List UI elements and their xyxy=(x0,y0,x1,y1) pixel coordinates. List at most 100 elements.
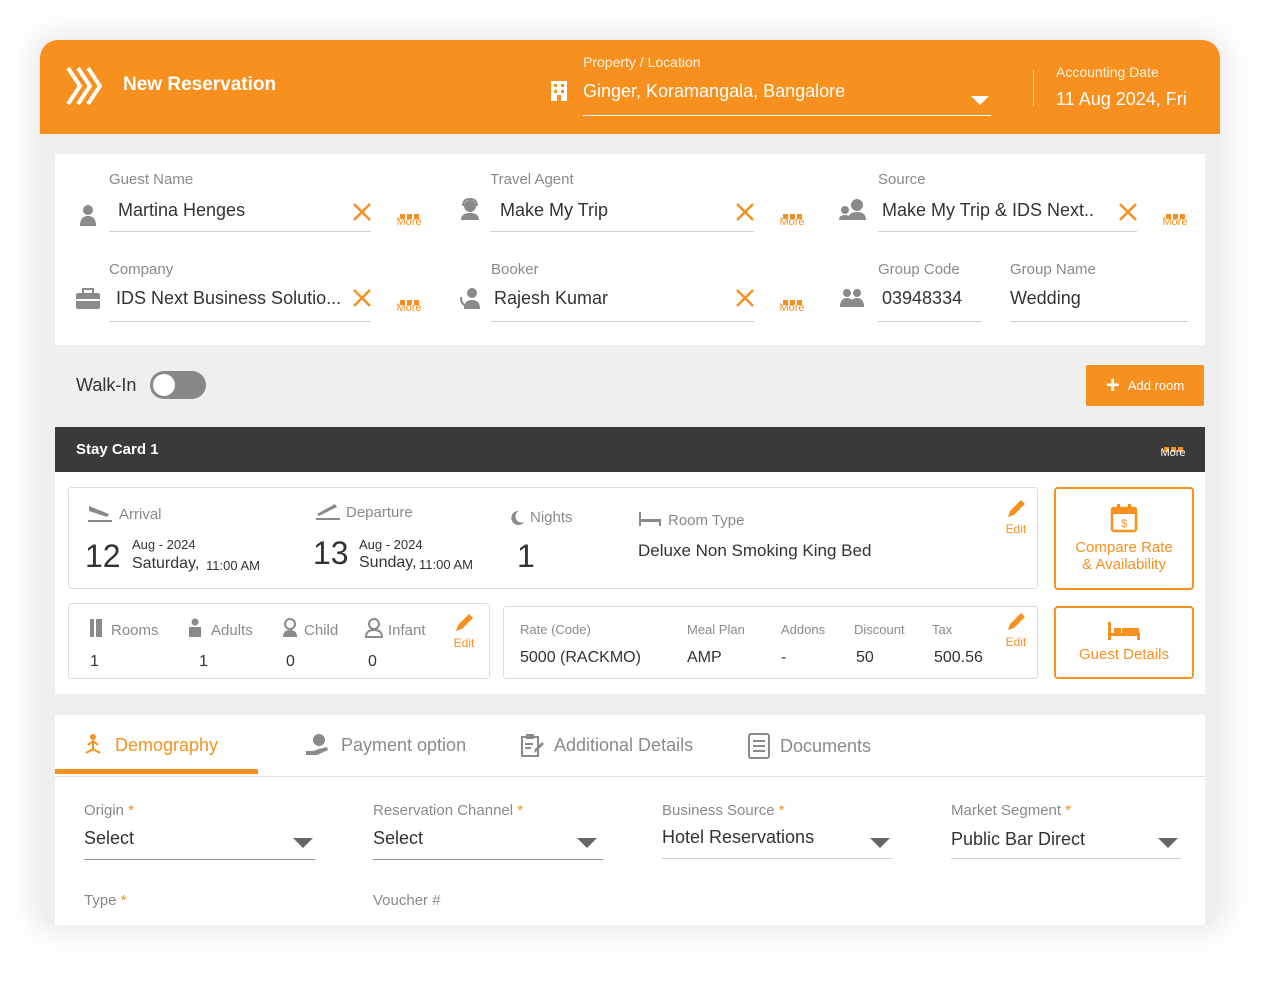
source-field[interactable]: Make My Trip & IDS Next.. xyxy=(882,200,1102,221)
meal-plan-label: Meal Plan xyxy=(687,622,745,637)
child-value: 0 xyxy=(286,653,295,670)
market-segment-label: Market Segment * xyxy=(951,802,1072,819)
demography-icon xyxy=(85,734,101,754)
booker-more-button[interactable]: More xyxy=(777,292,807,314)
reservation-channel-select[interactable]: Select xyxy=(373,828,423,849)
voucher-label: Voucher # xyxy=(373,892,441,909)
rate-label: Rate (Code) xyxy=(520,622,591,637)
origin-select[interactable]: Select xyxy=(84,828,134,849)
guest-name-more-button[interactable]: More xyxy=(394,206,424,228)
guest-details-label: Guest Details xyxy=(1078,646,1170,663)
departure-month: Aug - 2024 xyxy=(359,537,423,552)
nights-value: 1 xyxy=(517,538,535,574)
guest-name-underline xyxy=(109,231,371,232)
chevron-down-icon[interactable] xyxy=(577,838,597,848)
demography-form: Origin * Select Reservation Channel * Se… xyxy=(55,777,1205,925)
edit-stay-button[interactable]: Edit xyxy=(1001,498,1031,536)
tab-demography[interactable]: Demography xyxy=(81,733,218,757)
edit-rate-button[interactable]: Edit xyxy=(1001,611,1031,649)
rooms-label: Rooms xyxy=(111,622,159,639)
stay-card-more-button[interactable]: More xyxy=(1155,439,1191,459)
clear-travel-agent-close-icon[interactable] xyxy=(734,201,756,223)
airplane-arrival-icon xyxy=(88,506,112,522)
chevron-down-icon[interactable] xyxy=(1158,838,1178,848)
rate-value: 5000 (RACKMO) xyxy=(520,649,641,666)
company-label: Company xyxy=(109,261,174,278)
page-title: New Reservation xyxy=(123,74,277,95)
detail-tabs: Demography Payment option Additional Det… xyxy=(55,715,1205,777)
meal-plan-value: AMP xyxy=(687,649,722,666)
plus-icon: + xyxy=(1105,371,1120,399)
group-name-underline xyxy=(1010,321,1188,322)
person-icon xyxy=(80,205,96,226)
origin-underline xyxy=(84,859,315,860)
clear-guest-name-close-icon[interactable] xyxy=(351,201,373,223)
travel-agent-field[interactable]: Make My Trip xyxy=(500,200,720,221)
property-select[interactable]: Ginger, Koramangala, Bangalore xyxy=(583,81,845,102)
edit-occupancy-button[interactable]: Edit xyxy=(449,612,479,650)
stay-dates-box: Arrival 12 Aug - 2024 Saturday, 11:00 AM… xyxy=(68,487,1038,589)
clear-booker-close-icon[interactable] xyxy=(734,287,756,309)
document-icon xyxy=(748,733,770,759)
building-icon xyxy=(551,81,567,101)
arrival-label: Arrival xyxy=(119,506,162,523)
group-name-field[interactable]: Wedding xyxy=(1010,288,1180,309)
group-code-label: Group Code xyxy=(878,261,960,278)
group-code-underline xyxy=(878,321,982,322)
clear-company-close-icon[interactable] xyxy=(351,287,373,309)
business-source-select[interactable]: Hotel Reservations xyxy=(662,827,814,848)
arrival-weekday: Saturday, xyxy=(132,555,200,572)
tab-documents[interactable]: Documents xyxy=(748,733,871,759)
stay-card-body: Arrival 12 Aug - 2024 Saturday, 11:00 AM… xyxy=(55,472,1205,694)
more-dots-icon xyxy=(1155,439,1191,452)
more-dots-icon xyxy=(777,206,807,219)
chevron-down-icon[interactable] xyxy=(971,96,989,105)
add-room-button[interactable]: + Add room xyxy=(1086,365,1204,406)
property-underline xyxy=(583,115,991,116)
active-tab-indicator xyxy=(55,769,258,774)
moon-icon xyxy=(511,510,524,525)
discount-label: Discount xyxy=(854,622,905,637)
business-source-underline xyxy=(662,858,892,859)
origin-label: Origin * xyxy=(84,802,135,819)
child-label: Child xyxy=(304,622,339,639)
company-underline xyxy=(109,321,371,322)
clear-source-close-icon[interactable] xyxy=(1117,201,1139,223)
travel-agent-more-button[interactable]: More xyxy=(777,206,807,228)
guest-name-field[interactable]: Martina Henges xyxy=(118,200,338,221)
walk-in-label: Walk-In xyxy=(76,375,137,395)
guest-name-label: Guest Name xyxy=(109,171,194,188)
group-code-field[interactable]: 03948334 xyxy=(882,288,982,309)
group-icon xyxy=(840,289,864,307)
airplane-departure-icon xyxy=(316,504,340,520)
chevron-down-icon[interactable] xyxy=(870,838,890,848)
tab-payment-option[interactable]: Payment option xyxy=(305,733,466,757)
company-more-button[interactable]: More xyxy=(394,292,424,314)
company-field[interactable]: IDS Next Business Solutio... xyxy=(116,288,346,309)
child-icon xyxy=(283,618,297,637)
infant-value: 0 xyxy=(368,653,377,670)
property-label: Property / Location xyxy=(583,54,701,70)
reservation-channel-underline xyxy=(373,859,603,860)
arrival-month: Aug - 2024 xyxy=(132,537,196,552)
travel-agent-underline xyxy=(490,231,754,232)
reservation-window: New Reservation Property / Location Ging… xyxy=(40,40,1220,925)
tab-additional-details[interactable]: Additional Details xyxy=(520,733,693,757)
more-dots-icon xyxy=(394,206,424,219)
chevron-down-icon[interactable] xyxy=(293,838,313,848)
infant-label: Infant xyxy=(388,622,426,639)
guest-details-button[interactable]: Guest Details xyxy=(1054,606,1194,679)
discount-value: 50 xyxy=(856,649,874,666)
more-dots-icon xyxy=(1160,206,1190,219)
booker-field[interactable]: Rajesh Kumar xyxy=(494,288,714,309)
source-people-icon xyxy=(839,199,866,220)
toggle-knob xyxy=(153,374,175,396)
market-segment-select[interactable]: Public Bar Direct xyxy=(951,829,1085,850)
agent-icon xyxy=(461,198,479,220)
source-more-button[interactable]: More xyxy=(1160,206,1190,228)
walk-in-toggle[interactable] xyxy=(150,371,206,399)
pencil-icon xyxy=(1008,500,1025,517)
room-type-value: Deluxe Non Smoking King Bed xyxy=(638,541,872,560)
addons-value: - xyxy=(781,649,787,666)
compare-rate-button[interactable]: $ Compare Rate & Availability xyxy=(1054,487,1194,590)
